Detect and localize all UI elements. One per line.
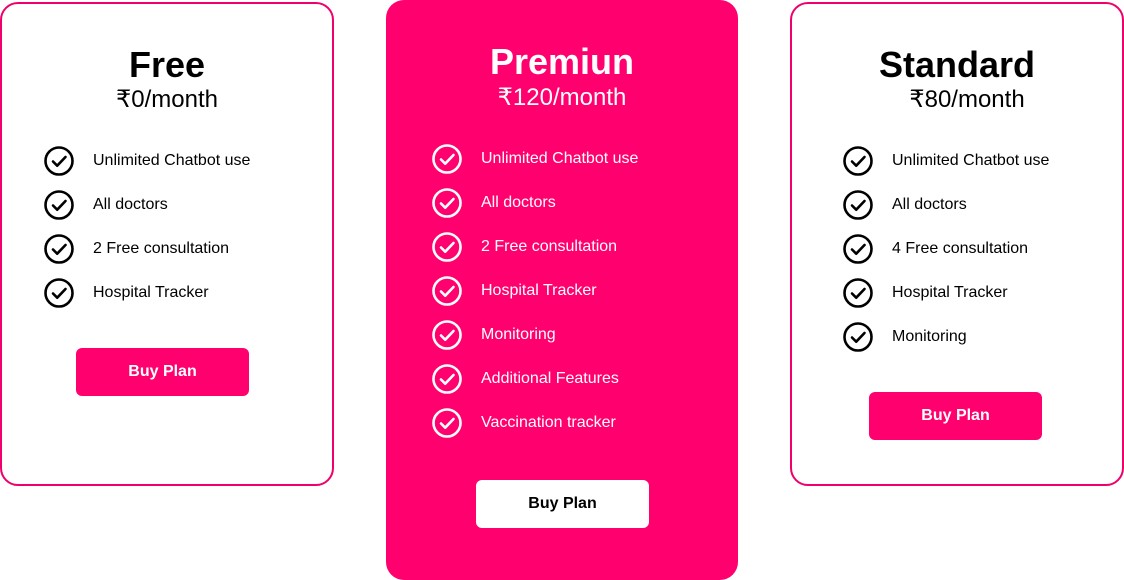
feature-label: All doctors (481, 194, 556, 211)
plan-price: ₹120/month (497, 84, 627, 111)
feature-item: Vaccination tracker (431, 407, 638, 451)
feature-item: All doctors (431, 187, 638, 231)
feature-label: Hospital Tracker (892, 284, 1008, 301)
plan-price: ₹0/month (116, 86, 218, 113)
feature-item: Hospital Tracker (43, 277, 250, 321)
feature-label: Hospital Tracker (481, 282, 597, 299)
feature-label: Monitoring (481, 326, 556, 343)
feature-label: 2 Free consultation (481, 238, 618, 255)
feature-label: Unlimited Chatbot use (93, 152, 251, 169)
feature-item: Unlimited Chatbot use (431, 143, 638, 187)
feature-label: Unlimited Chatbot use (481, 150, 639, 167)
plan-card-free: Free ₹0/month Unlimited Chatbot use All … (0, 2, 334, 486)
check-circle-icon (432, 188, 462, 218)
plan-card-standard: Standard ₹80/month Unlimited Chatbot use… (790, 2, 1124, 486)
check-circle-icon (843, 278, 873, 308)
feature-item: 4 Free consultation (842, 233, 1049, 277)
buy-plan-button-premium[interactable]: Buy Plan (476, 480, 649, 528)
check-circle-icon (843, 146, 873, 176)
feature-label: 2 Free consultation (93, 240, 230, 257)
check-circle-icon (432, 320, 462, 350)
check-circle-icon (843, 322, 873, 352)
feature-list: Unlimited Chatbot use All doctors 4 Free… (842, 145, 1049, 365)
plan-title: Standard (878, 44, 1036, 85)
buy-plan-button-standard[interactable]: Buy Plan (869, 392, 1042, 440)
check-circle-icon (843, 234, 873, 264)
feature-label: All doctors (93, 196, 168, 213)
check-circle-icon (432, 276, 462, 306)
plan-title: Free (128, 44, 206, 85)
feature-item: All doctors (842, 189, 1049, 233)
feature-item: 2 Free consultation (43, 233, 250, 277)
feature-item: Monitoring (431, 319, 638, 363)
check-circle-icon (843, 190, 873, 220)
check-circle-icon (44, 234, 74, 264)
feature-item: All doctors (43, 189, 250, 233)
feature-list: Unlimited Chatbot use All doctors 2 Free… (431, 143, 638, 451)
feature-label: Additional Features (481, 370, 619, 387)
feature-item: Hospital Tracker (842, 277, 1049, 321)
check-circle-icon (432, 232, 462, 262)
buy-plan-button-free[interactable]: Buy Plan (76, 348, 249, 396)
feature-label: Monitoring (892, 328, 967, 345)
feature-item: 2 Free consultation (431, 231, 638, 275)
feature-label: Vaccination tracker (481, 414, 616, 431)
feature-label: Hospital Tracker (93, 284, 209, 301)
check-circle-icon (44, 190, 74, 220)
plan-price: ₹80/month (909, 86, 1025, 113)
feature-item: Unlimited Chatbot use (43, 145, 250, 189)
pricing-section: Free ₹0/month Unlimited Chatbot use All … (0, 0, 1124, 580)
plan-title: Premiun (489, 41, 635, 82)
feature-label: 4 Free consultation (892, 240, 1029, 257)
check-circle-icon (432, 144, 462, 174)
feature-item: Monitoring (842, 321, 1049, 365)
check-circle-icon (432, 408, 462, 438)
check-circle-icon (432, 364, 462, 394)
feature-item: Hospital Tracker (431, 275, 638, 319)
check-circle-icon (44, 146, 74, 176)
feature-item: Additional Features (431, 363, 638, 407)
feature-label: All doctors (892, 196, 967, 213)
feature-item: Unlimited Chatbot use (842, 145, 1049, 189)
feature-label: Unlimited Chatbot use (892, 152, 1050, 169)
plan-card-premium: Premiun ₹120/month Unlimited Chatbot use… (386, 0, 738, 580)
feature-list: Unlimited Chatbot use All doctors 2 Free… (43, 145, 250, 321)
check-circle-icon (44, 278, 74, 308)
